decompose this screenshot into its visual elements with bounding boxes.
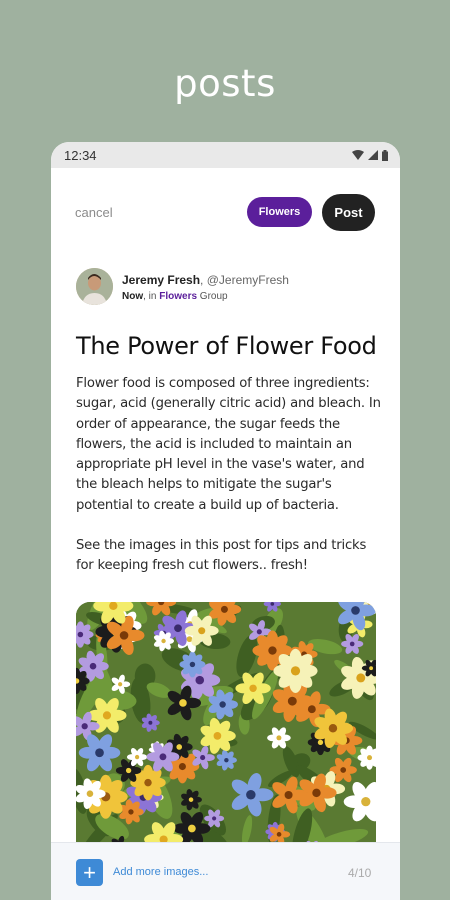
signal-icon [368, 150, 378, 160]
status-time: 12:34 [64, 147, 97, 163]
post-paragraph: Flower food is composed of three ingredi… [76, 376, 381, 513]
group-link[interactable]: Flowers [159, 291, 197, 302]
post-image[interactable] [76, 602, 376, 852]
post-time: Now [122, 291, 144, 302]
flowers-image [76, 602, 376, 852]
author-header: Jeremy Fresh, @JeremyFresh Now, in Flowe… [76, 268, 376, 306]
post-body: Flower food is composed of three ingredi… [76, 374, 381, 597]
wifi-icon [352, 150, 364, 160]
group-suffix: Group [197, 291, 228, 302]
author-name-line: Jeremy Fresh, @JeremyFresh [122, 273, 289, 287]
author-handle: , @JeremyFresh [200, 273, 289, 287]
post-meta-line: Now, in Flowers Group [122, 291, 228, 302]
group-chip[interactable]: Flowers [247, 197, 312, 227]
page-title: posts [174, 62, 276, 105]
author-name[interactable]: Jeremy Fresh [122, 273, 200, 287]
add-image-button[interactable]: + [76, 859, 103, 886]
add-more-images-link[interactable]: Add more images... [113, 866, 208, 878]
status-bar: 12:34 [51, 142, 400, 168]
post-paragraph: See the images in this post for tips and… [76, 538, 367, 574]
battery-icon [382, 149, 388, 161]
avatar[interactable] [76, 268, 113, 305]
post-button[interactable]: Post [322, 194, 375, 231]
status-icons [352, 149, 388, 161]
post-title: The Power of Flower Food [76, 332, 377, 360]
bottom-bar: + Add more images... 4/10 [51, 842, 400, 900]
post-meta-in: , in [143, 291, 160, 302]
plus-icon: + [83, 859, 96, 885]
phone-screen: 12:34 cancel Flowers Post Jeremy Fresh, … [51, 142, 400, 900]
toolbar: cancel Flowers Post [51, 194, 400, 234]
image-count: 4/10 [348, 866, 372, 880]
cancel-button[interactable]: cancel [75, 205, 113, 220]
